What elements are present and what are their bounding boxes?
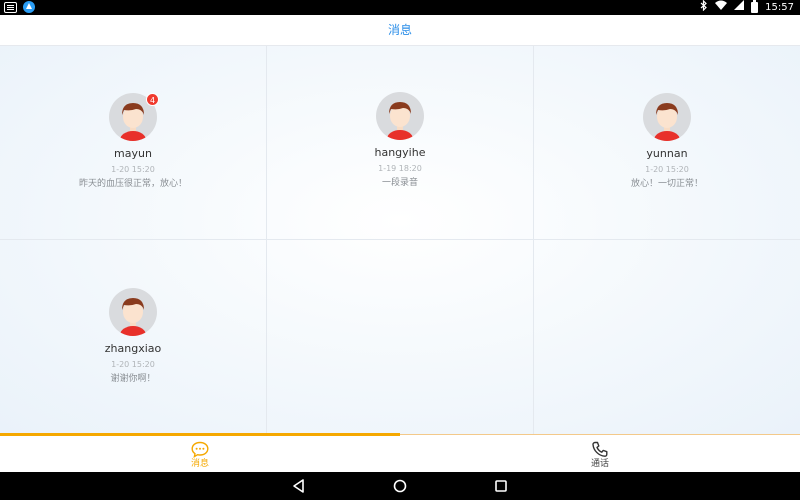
avatar-icon [120, 298, 146, 336]
wifi-icon [715, 0, 728, 15]
contact-card-mayun[interactable]: mayun 1-20 15:20 昨天的血压很正常，放心！ 4 [0, 46, 267, 240]
avatar [376, 92, 424, 140]
empty-cell [267, 240, 534, 434]
contact-card-zhangxiao[interactable]: zhangxiao 1-20 15:20 谢谢你啊！ [0, 240, 267, 434]
recents-icon[interactable] [491, 476, 511, 496]
avatar-icon [654, 103, 680, 141]
status-bar-right: 15:57 [700, 0, 794, 15]
system-nav-bar [0, 472, 800, 500]
contact-last-message: 昨天的血压很正常，放心！ [78, 179, 187, 189]
avatar [643, 93, 691, 141]
tab-calls[interactable]: 通话 [400, 435, 800, 473]
home-icon[interactable] [390, 476, 410, 496]
phone-icon [592, 441, 608, 457]
signal-icon [734, 0, 745, 15]
status-bar-left [4, 1, 35, 13]
avatar [109, 288, 157, 336]
contact-last-message: 一段录音 [381, 178, 418, 188]
notification-icon [4, 1, 17, 13]
contact-name: hangyihe [374, 146, 426, 159]
bottom-tab-bar: 消息 通话 [0, 433, 800, 473]
page-title: 消息 [387, 23, 412, 37]
contact-time: 1-20 15:20 [111, 165, 155, 174]
chat-bubble-icon [191, 441, 209, 458]
contact-name: zhangxiao [104, 342, 162, 355]
tab-messages[interactable]: 消息 [0, 435, 400, 473]
contact-last-message: 放心！一切正常！ [630, 179, 703, 189]
status-bar: 15:57 [0, 0, 800, 15]
empty-cell [534, 240, 800, 434]
avatar-icon [387, 102, 413, 140]
contact-card-hangyihe[interactable]: hangyihe 1-19 18:20 一段录音 [267, 46, 534, 240]
back-icon[interactable] [289, 476, 309, 496]
contact-time: 1-20 15:20 [111, 360, 155, 369]
battery-icon [751, 0, 759, 13]
tab-label: 通话 [590, 459, 609, 469]
app-header: 消息 [0, 15, 800, 46]
status-time: 15:57 [765, 2, 794, 13]
contact-name: yunnan [646, 147, 688, 160]
contact-last-message: 谢谢你啊！ [110, 374, 156, 384]
app-icon [23, 1, 35, 13]
contact-time: 1-20 15:20 [645, 165, 689, 174]
contact-name: mayun [114, 147, 152, 160]
bluetooth-icon [700, 0, 708, 16]
tab-label: 消息 [190, 459, 209, 469]
unread-badge: 4 [146, 93, 159, 106]
contact-grid: mayun 1-20 15:20 昨天的血压很正常，放心！ 4 hangyihe… [0, 46, 800, 434]
contact-time: 1-19 18:20 [378, 164, 422, 173]
contact-card-yunnan[interactable]: yunnan 1-20 15:20 放心！一切正常！ [534, 46, 800, 240]
